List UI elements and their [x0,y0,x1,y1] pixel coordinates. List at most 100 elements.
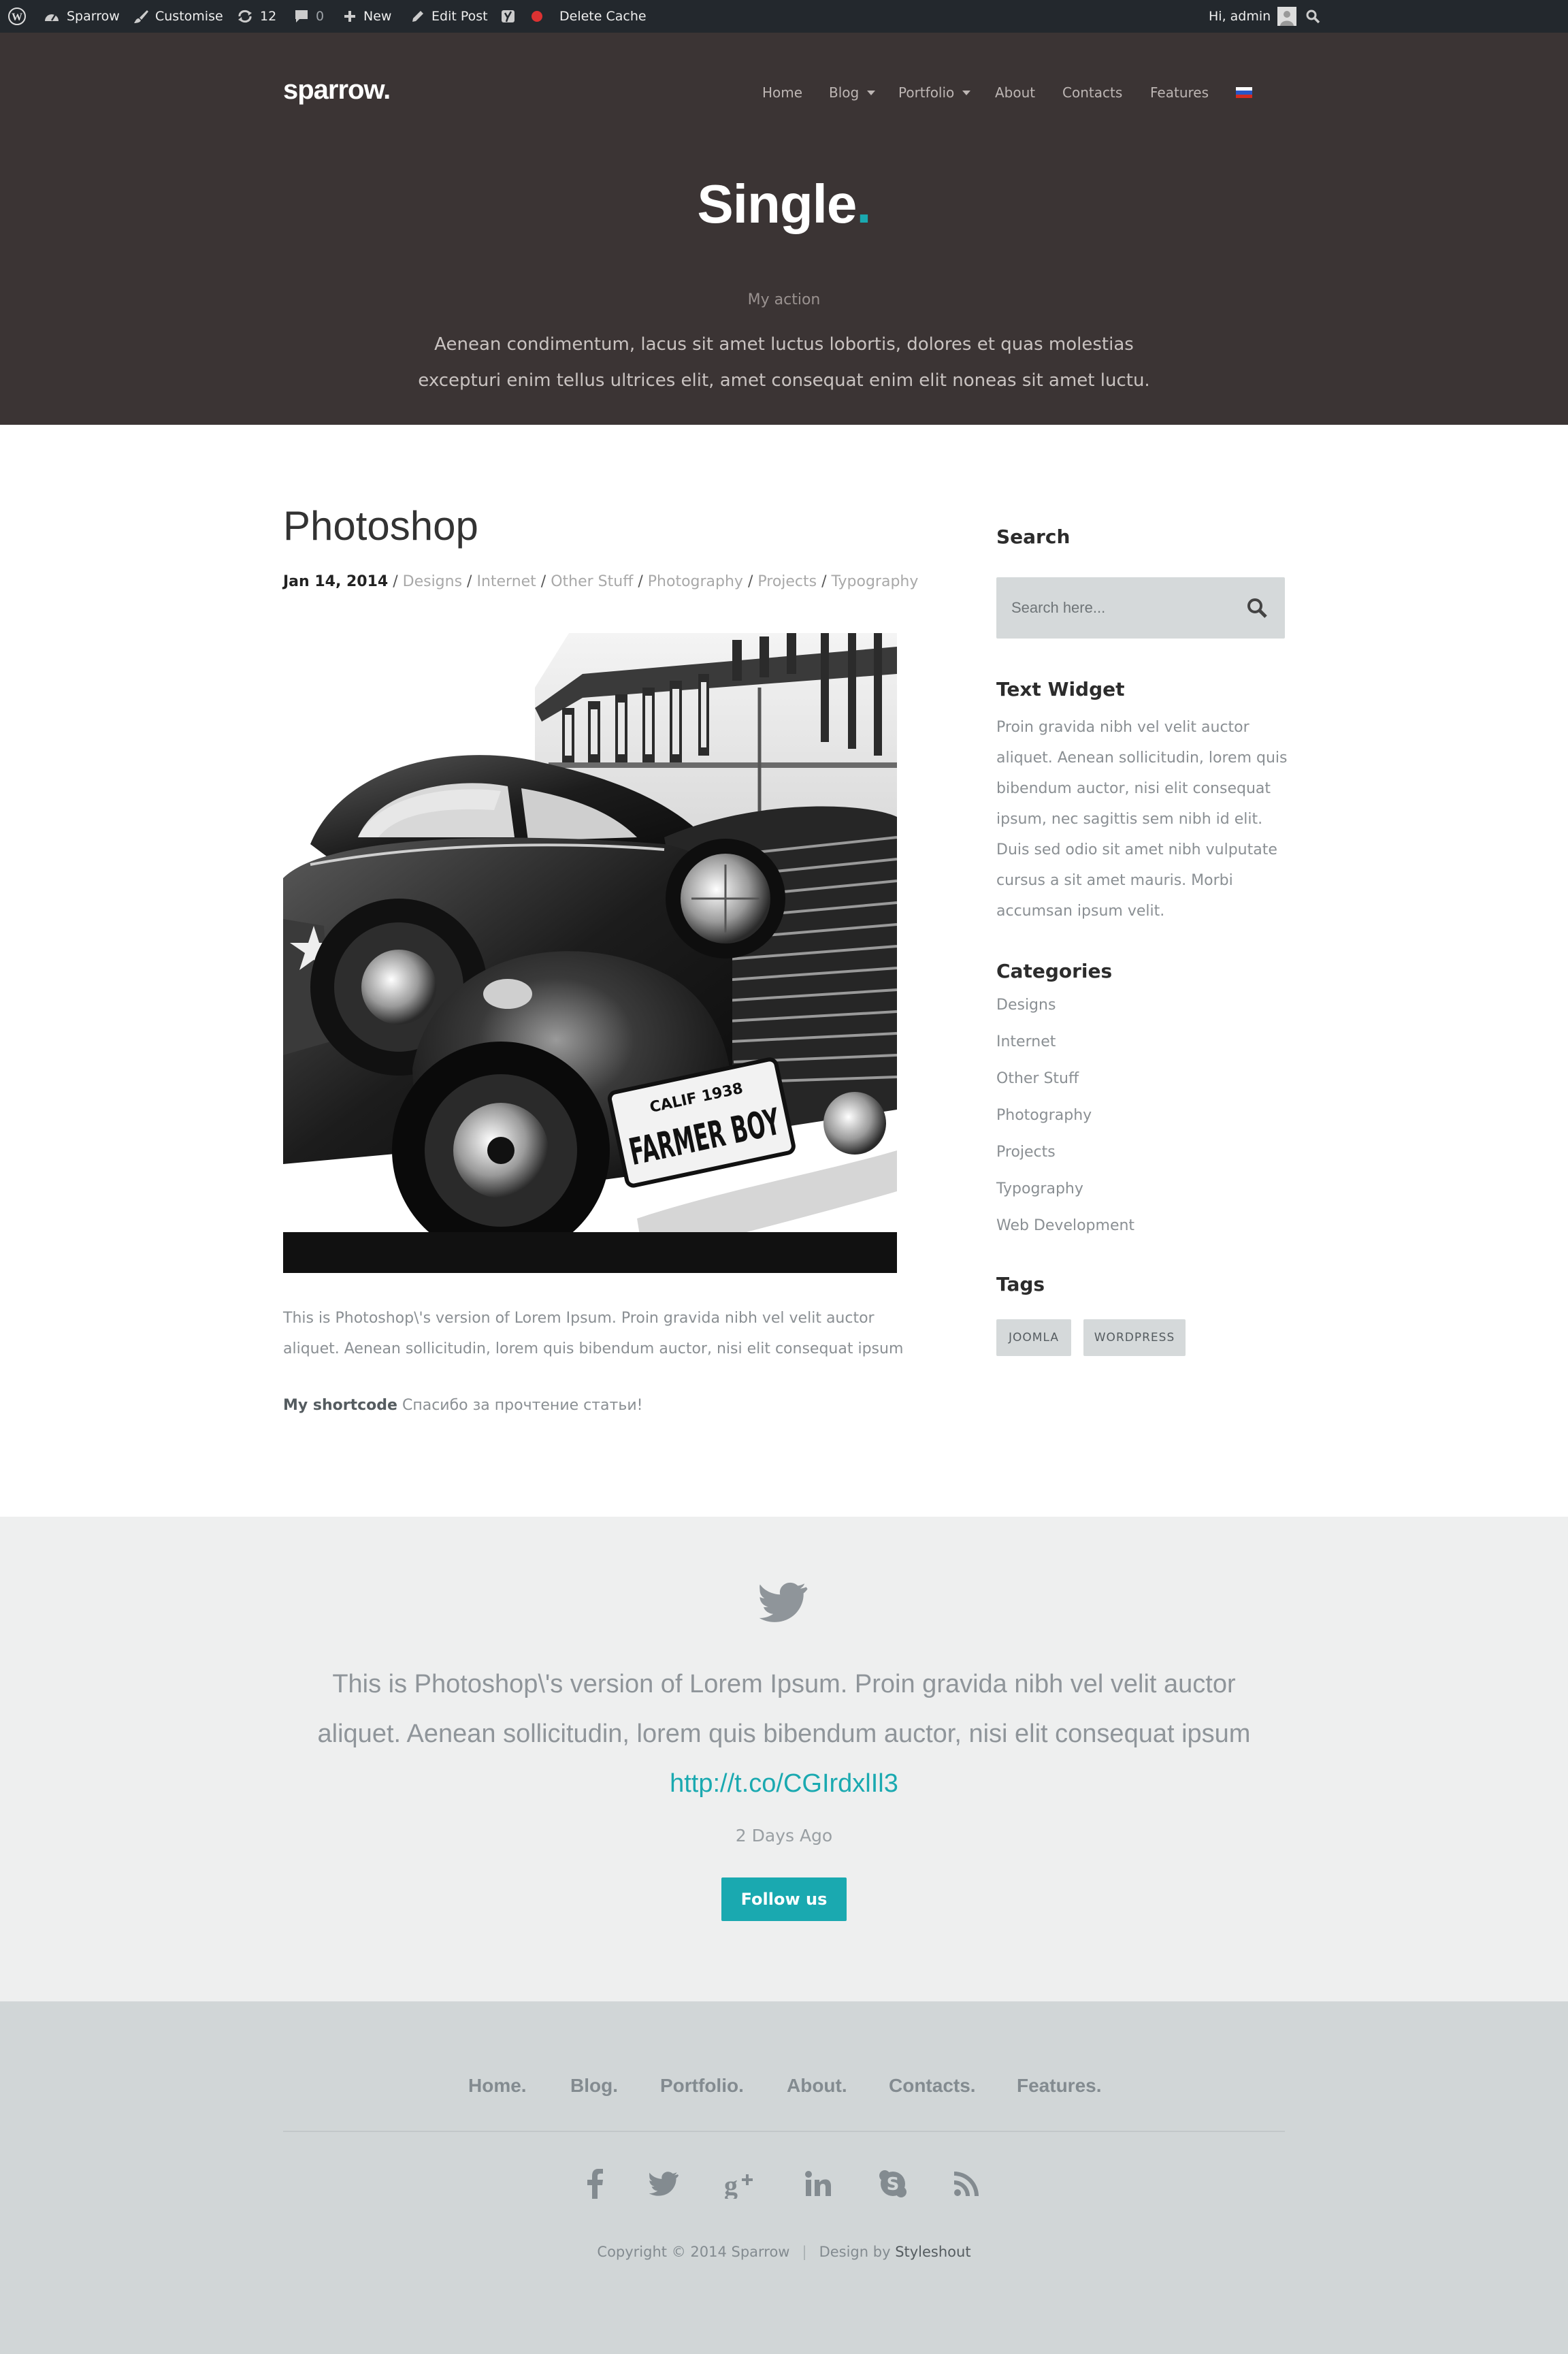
delete-cache-label: Delete Cache [559,9,647,24]
svg-text:g: g [724,2170,738,2199]
chevron-down-icon [962,90,971,95]
meta-separator: / [536,573,551,590]
tweet-time: 2 Days Ago [735,1826,833,1845]
categories-widget-title: Categories [996,960,1113,982]
linkedin-icon[interactable] [800,2166,836,2202]
footer-nav-blog[interactable]: Blog. [570,2075,618,2097]
copyright-text: Copyright © 2014 Sparrow [597,2244,790,2260]
edit-post-label: Edit Post [431,9,488,24]
categories-list: Designs Internet Other Stuff Photography… [996,997,1134,1254]
yoast-icon [502,10,514,22]
meta-separator: / [633,573,648,590]
admin-site-name: Sparrow [67,9,120,24]
post-category-projects[interactable]: Projects [757,573,817,590]
admin-greeting: Hi, admin [1209,9,1271,24]
admin-bar: W Sparrow Customise 12 0 New Edit Post D… [0,0,1568,33]
my-account-link[interactable]: Hi, admin [1209,0,1297,33]
post-category-photography[interactable]: Photography [648,573,743,590]
chevron-down-icon [867,90,876,95]
tweet-body: This is Photoshop\'s version of Lorem Ip… [317,1670,1251,1748]
post-meta: Jan 14, 2014 / Designs / Internet / Othe… [283,573,918,590]
comments-link[interactable]: 0 [294,0,324,33]
category-other-stuff[interactable]: Other Stuff [996,1070,1134,1107]
post-category-typography[interactable]: Typography [832,573,919,590]
updates-icon [238,10,252,23]
meta-separator: / [462,573,477,590]
brush-icon [134,10,148,23]
post-shortcode: My shortcode Спасибо за прочтение статьи… [283,1397,642,1414]
category-internet[interactable]: Internet [996,1033,1134,1070]
twitter-section: This is Photoshop\'s version of Lorem Ip… [0,1517,1568,2001]
delete-cache-link[interactable]: Delete Cache [559,0,647,33]
facebook-icon[interactable] [577,2166,612,2202]
avatar [1277,7,1297,26]
page-title: Single. [0,173,1568,236]
nav-contacts[interactable]: Contacts [1062,84,1122,101]
nav-portfolio-label: Portfolio [898,84,955,101]
meta-separator: / [817,573,832,590]
language-flag-icon[interactable] [1236,87,1252,98]
svg-text:W: W [12,12,22,23]
shortcode-label: My shortcode [283,1397,397,1414]
page-title-dot: . [856,174,871,234]
tag-joomla[interactable]: JOOMLA [996,1319,1071,1356]
nav-portfolio[interactable]: Portfolio [898,84,971,101]
page-subtitle: My action [747,291,821,308]
page-description: Aenean condimentum, lacus sit amet luctu… [418,334,1150,391]
shortcode-text: Спасибо за прочтение статьи! [397,1397,643,1414]
post-featured-image: CALIF 1938 FARMER BOY [283,633,897,1273]
edit-post-link[interactable]: Edit Post [411,0,488,33]
site-logo[interactable]: sparrow. [283,75,391,106]
footer-nav-features[interactable]: Features. [1017,2075,1102,2097]
footer-nav-portfolio[interactable]: Portfolio. [660,2075,744,2097]
copyright-separator: | [802,2244,807,2260]
admin-search-icon[interactable] [1305,0,1320,33]
follow-us-button[interactable]: Follow us [721,1877,847,1921]
updates-count: 12 [260,9,277,24]
post-category-designs[interactable]: Designs [403,573,462,590]
category-typography[interactable]: Typography [996,1180,1134,1217]
post-category-other-stuff[interactable]: Other Stuff [551,573,633,590]
tweet-link[interactable]: http://t.co/CGIrdxlIl3 [670,1769,898,1798]
skype-icon[interactable]: S [875,2166,911,2202]
admin-site-link[interactable]: Sparrow [44,0,120,33]
nav-home[interactable]: Home [762,84,802,101]
search-form [996,577,1285,639]
post-category-internet[interactable]: Internet [476,573,536,590]
seo-link[interactable] [501,0,516,33]
site-footer: Home. Blog. Portfolio. About. Contacts. … [0,2001,1568,2354]
nav-about[interactable]: About [995,84,1035,101]
search-icon[interactable] [1244,595,1271,622]
category-web-development[interactable]: Web Development [996,1217,1134,1254]
new-content-link[interactable]: New [343,0,391,33]
designer-link[interactable]: Styleshout [895,2244,970,2260]
seo-status-indicator [531,0,543,33]
google-plus-icon[interactable]: g [723,2166,758,2202]
updates-link[interactable]: 12 [237,0,276,33]
twitter-icon[interactable] [647,2166,682,2202]
wordpress-logo-icon[interactable]: W [8,0,26,33]
footer-nav-home[interactable]: Home. [468,2075,527,2097]
dashboard-icon [45,14,59,21]
customise-link[interactable]: Customise [133,0,223,33]
nav-blog[interactable]: Blog [829,84,876,101]
category-projects[interactable]: Projects [996,1144,1134,1180]
footer-nav-contacts[interactable]: Contacts. [889,2075,976,2097]
nav-about-label: About [995,84,1036,101]
meta-separator: / [742,573,758,590]
text-widget-title: Text Widget [996,678,1125,700]
svg-text:S: S [887,2174,900,2195]
footer-nav-about[interactable]: About. [787,2075,847,2097]
pencil-icon [412,11,423,22]
category-photography[interactable]: Photography [996,1107,1134,1144]
nav-features-label: Features [1150,84,1209,101]
search-widget-title: Search [996,526,1071,548]
search-input[interactable] [996,577,1241,639]
tag-wordpress[interactable]: WORDPRESS [1083,1319,1186,1356]
comment-icon [295,10,308,22]
new-label: New [363,9,392,24]
twitter-icon [760,1582,808,1622]
nav-features[interactable]: Features [1150,84,1209,101]
rss-icon[interactable] [949,2166,984,2202]
category-designs[interactable]: Designs [996,997,1134,1033]
